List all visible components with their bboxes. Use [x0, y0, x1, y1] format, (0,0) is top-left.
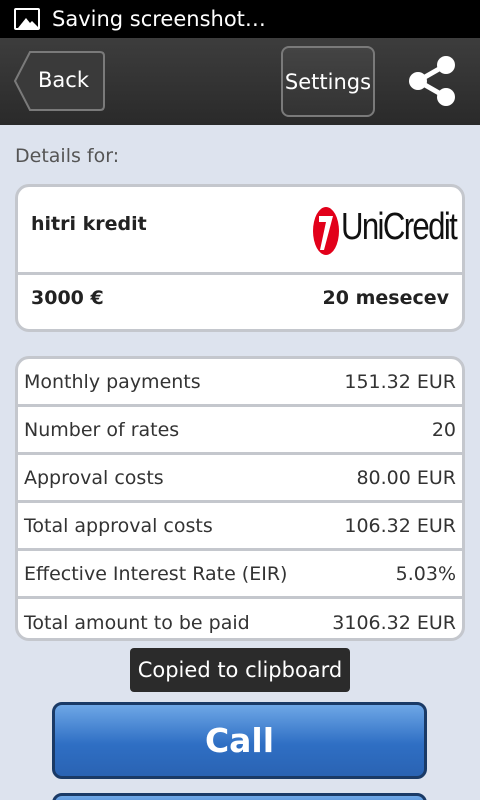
loan-card-header: hitri kredit UniCredit: [18, 187, 462, 275]
row-value: 20: [431, 418, 456, 441]
row-label: Number of rates: [24, 418, 180, 441]
table-row: Effective Interest Rate (EIR) 5.03%: [18, 551, 462, 599]
loan-period: 20 mesecev: [322, 287, 449, 309]
row-label: Total amount to be paid: [24, 612, 250, 634]
table-row: Approval costs 80.00 EUR: [18, 455, 462, 503]
row-value: 80.00 EUR: [356, 466, 456, 489]
row-value: 3106.32 EUR: [332, 612, 456, 634]
details-table: Monthly payments 151.32 EUR Number of ra…: [15, 356, 465, 641]
loan-summary-card: hitri kredit UniCredit 3000 € 20 mesecev: [15, 184, 465, 332]
clipboard-toast: Copied to clipboard: [130, 648, 350, 692]
loan-card-footer: 3000 € 20 mesecev: [18, 275, 462, 329]
share-button[interactable]: [404, 52, 462, 110]
details-heading: Details for:: [15, 145, 120, 167]
action-bar: Back Settings: [0, 38, 480, 125]
settings-button[interactable]: Settings: [281, 46, 375, 117]
row-label: Effective Interest Rate (EIR): [24, 562, 288, 585]
row-label: Approval costs: [24, 466, 164, 489]
unicredit-logo: UniCredit: [311, 204, 458, 258]
back-button-label: Back: [38, 68, 89, 92]
table-row: Monthly payments 151.32 EUR: [18, 359, 462, 407]
table-row: Total approval costs 106.32 EUR: [18, 503, 462, 551]
share-icon: [409, 56, 455, 106]
secondary-button[interactable]: [52, 793, 427, 800]
table-row: Number of rates 20: [18, 407, 462, 455]
row-value: 106.32 EUR: [344, 514, 456, 537]
image-icon: [14, 8, 40, 30]
row-label: Total approval costs: [24, 514, 213, 537]
back-button[interactable]: Back: [14, 51, 105, 111]
logo-text: UniCredit: [341, 206, 458, 248]
status-notification-text: Saving screenshot…: [52, 7, 266, 31]
call-button[interactable]: Call: [52, 702, 427, 779]
row-value: 5.03%: [395, 562, 456, 585]
row-label: Monthly payments: [24, 370, 201, 393]
loan-amount: 3000 €: [31, 287, 104, 309]
row-value: 151.32 EUR: [344, 370, 456, 393]
product-name: hitri kredit: [31, 213, 147, 235]
table-row: Total amount to be paid 3106.32 EUR: [18, 599, 462, 638]
status-bar: Saving screenshot…: [0, 0, 480, 38]
